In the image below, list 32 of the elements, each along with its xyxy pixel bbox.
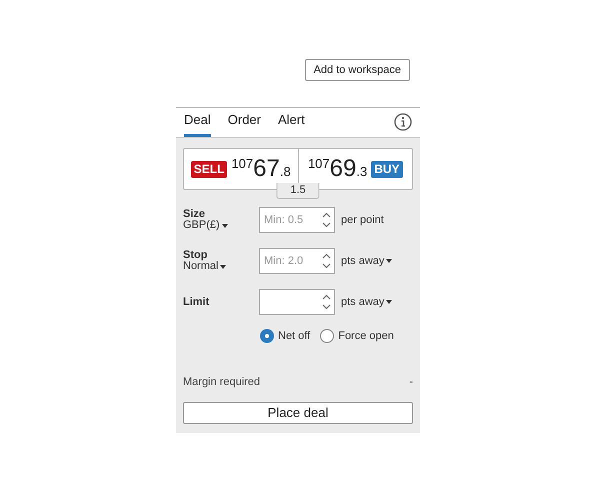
unit-label: per point — [341, 212, 384, 228]
buy-price: $^{107}$69.3 — [308, 154, 368, 184]
number-field[interactable] — [259, 289, 335, 315]
field-label: Size — [183, 209, 206, 220]
caret-icon — [386, 259, 392, 263]
tab[interactable]: Order — [228, 110, 261, 137]
margin-label: Margin required — [183, 374, 260, 390]
sell-badge: SELL — [190, 160, 228, 178]
buy-badge: BUY — [371, 160, 403, 178]
caret-icon — [220, 264, 226, 268]
tab[interactable]: Alert — [278, 110, 305, 137]
spinner-arrows-icon[interactable] — [322, 294, 331, 310]
number-field[interactable]: Min: 2.0 — [259, 248, 335, 274]
margin-value: - — [409, 374, 413, 390]
unit-dropdown[interactable]: pts away — [341, 252, 392, 270]
spinner-arrows-icon[interactable] — [322, 212, 331, 228]
caret-icon — [222, 224, 228, 228]
info-icon[interactable] — [394, 113, 412, 131]
sell-price: $^{107}$67.8 — [231, 154, 291, 184]
field-label: Stop — [183, 250, 208, 261]
radio-option[interactable]: Net off — [260, 328, 310, 344]
add-to-workspace-button[interactable]: Add to workspace — [304, 59, 410, 81]
number-field[interactable]: Min: 0.5 — [259, 207, 335, 233]
dropdown-button[interactable]: Normal — [183, 261, 259, 272]
radio-option[interactable]: Force open — [320, 328, 394, 344]
spinner-arrows-icon[interactable] — [322, 253, 331, 269]
place-deal-button[interactable]: Place deal — [183, 402, 413, 424]
field-label: Limit — [183, 296, 210, 308]
dropdown-button[interactable]: GBP(£) — [183, 220, 259, 231]
spread-label: 1.5 — [276, 183, 320, 199]
caret-icon — [386, 300, 392, 304]
unit-dropdown[interactable]: pts away — [341, 294, 392, 310]
